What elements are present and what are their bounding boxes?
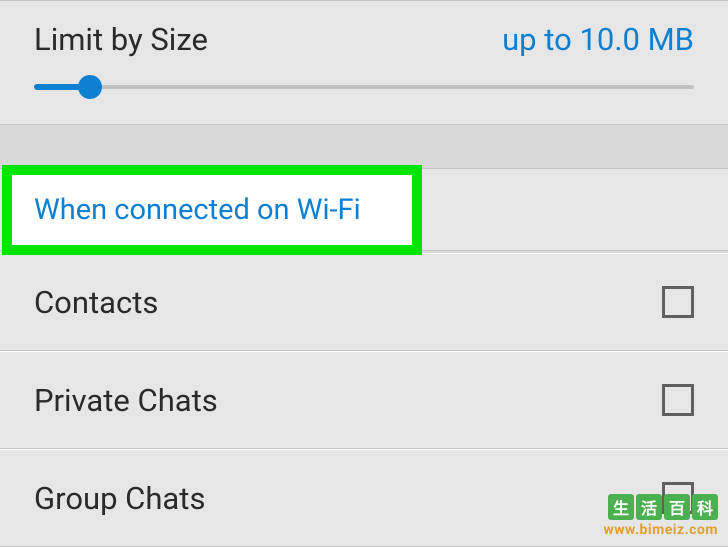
contacts-checkbox[interactable] [662,286,694,318]
wifi-header-label: When connected on Wi-Fi [34,193,361,227]
size-header-row: Limit by Size up to 10.0 MB [0,1,728,74]
watermark: 生 活 百 科 www.bimeiz.com [603,494,718,538]
private-chats-label: Private Chats [34,382,218,419]
watermark-chars: 生 活 百 科 [608,494,718,520]
limit-by-size-label: Limit by Size [34,21,208,58]
size-slider[interactable] [34,74,694,100]
contacts-row[interactable]: Contacts [0,253,728,351]
watermark-badge: 生 活 百 科 [603,494,718,520]
watermark-url: www.bimeiz.com [603,522,718,538]
group-chats-label: Group Chats [34,480,205,517]
section-gap [0,125,728,169]
watermark-char-1: 生 [608,494,634,520]
size-slider-container [0,74,728,124]
slider-track [34,85,694,89]
limit-by-size-section: Limit by Size up to 10.0 MB [0,0,728,125]
contacts-label: Contacts [34,284,158,321]
wifi-section-header-wrap: When connected on Wi-Fi [0,169,728,253]
private-chats-checkbox[interactable] [662,384,694,416]
limit-by-size-value: up to 10.0 MB [502,21,694,58]
private-chats-row[interactable]: Private Chats [0,351,728,449]
slider-thumb[interactable] [78,75,102,99]
watermark-char-2: 活 [636,494,662,520]
watermark-char-3: 百 [664,494,690,520]
wifi-header-highlight: When connected on Wi-Fi [2,165,422,255]
watermark-char-4: 科 [692,494,718,520]
